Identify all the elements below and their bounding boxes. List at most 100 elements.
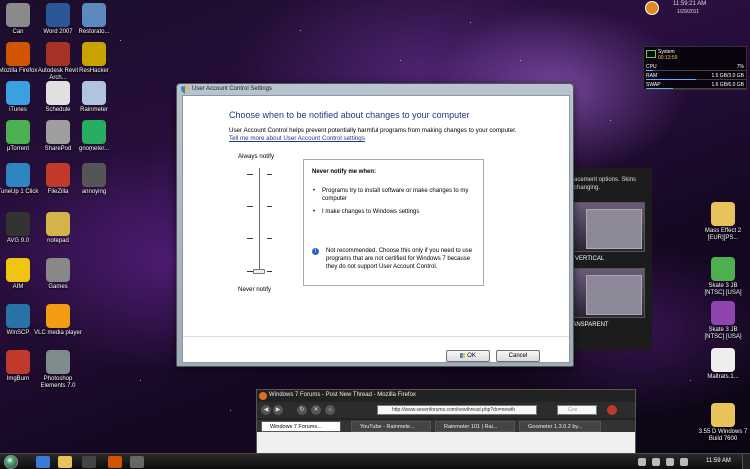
adblock-icon[interactable]	[607, 405, 617, 415]
slider-label-never-notify: Never notify	[238, 286, 272, 293]
slider-tick	[267, 206, 272, 207]
desktop-icon[interactable]: Rainmeter	[68, 81, 120, 114]
swap-bar	[646, 88, 673, 89]
volume-icon[interactable]	[680, 458, 688, 466]
notification-slider-thumb[interactable]	[253, 269, 265, 274]
star	[120, 40, 121, 41]
divider	[183, 336, 569, 337]
slider-tick	[267, 174, 272, 175]
star	[300, 30, 301, 31]
cpu-row: CPU 7%	[646, 64, 746, 71]
desktop-icon[interactable]: Games	[32, 258, 84, 291]
desktop-icon[interactable]: notepad	[32, 212, 84, 245]
tab-windows-7-forums[interactable]: Windows 7 Forums...	[261, 421, 341, 432]
video-file-icon	[711, 348, 735, 372]
imgburn-icon	[6, 350, 30, 374]
search-bar[interactable]: Goo	[557, 405, 597, 415]
desktop-icon[interactable]: Maltrats.1...	[698, 348, 748, 381]
tab-gnometer[interactable]: Gnometer 1.3.0.2 by...	[519, 421, 601, 432]
desktop-icon-label: Restorato...	[78, 29, 110, 35]
taskbar: 11:59 AM	[0, 453, 750, 469]
tab-youtube[interactable]: YouTube - Rainmete...	[351, 421, 431, 432]
desktop-icon-label: Maltrats.1...	[707, 374, 739, 380]
explorer-icon[interactable]	[58, 456, 72, 468]
back-button[interactable]: ◀	[261, 405, 271, 415]
system-gadget[interactable]: System 00:13:59 CPU 7% RAM 1.5 GB/3.0 GB…	[643, 46, 747, 90]
star	[690, 380, 691, 381]
star	[520, 60, 521, 61]
desktop-icon-label: Skate 3 JB [NTSC] [USA]	[704, 327, 742, 340]
utorrent-icon	[6, 120, 30, 144]
media-player-icon[interactable]	[82, 456, 96, 468]
clock-time: 11:59:21 AM	[673, 1, 707, 7]
uac-help-link[interactable]: Tell me more about User Account Control …	[229, 135, 365, 142]
theme-thumbnail-transparent[interactable]	[571, 268, 645, 318]
ram-row: RAM 1.5 GB/3.0 GB	[646, 73, 746, 80]
desktop-icon-label: Rainmeter	[80, 107, 108, 113]
stop-button[interactable]: ✕	[311, 405, 321, 415]
forward-button[interactable]: ▶	[273, 405, 283, 415]
reload-button[interactable]: ↻	[297, 405, 307, 415]
desktop-icon[interactable]: Mass Effect 2 [EUR][PS...	[698, 202, 748, 242]
cancel-button[interactable]: Cancel	[496, 350, 540, 362]
clock-gadget[interactable]: 11:59:21 AM 1/29/2011	[645, 0, 750, 18]
desktop-icon[interactable]: annoying	[68, 163, 120, 196]
info-icon: i	[312, 248, 319, 255]
home-button[interactable]: ⌂	[325, 405, 335, 415]
clock-date: 1/29/2011	[677, 9, 699, 15]
control-panel-icon[interactable]	[130, 456, 144, 468]
slider-tick	[267, 271, 272, 272]
uac-content: Choose when to be notified about changes…	[182, 95, 570, 363]
url-bar[interactable]: http://www.sevenforums.com/newthread.php…	[377, 405, 537, 415]
info-title: Never notify me when:	[312, 169, 377, 175]
star	[400, 60, 401, 61]
desktop-icon[interactable]: ResHacker	[68, 42, 120, 75]
desktop-icon-label: notepad	[47, 238, 69, 244]
system-uptime: 00:13:59	[658, 55, 678, 61]
notification-slider-track[interactable]	[259, 168, 260, 272]
ram-bar	[646, 79, 696, 80]
avg-icon	[6, 212, 30, 236]
tuneup-icon	[6, 163, 30, 187]
monitor-icon	[646, 50, 656, 58]
star	[230, 410, 231, 411]
network-icon[interactable]	[666, 458, 674, 466]
desktop-icon-label: Mass Effect 2 [EUR][PS...	[704, 228, 742, 241]
uac-shield-icon	[181, 86, 189, 94]
slider-tick	[247, 206, 253, 207]
desktop-icon[interactable]: gnometer...	[68, 120, 120, 153]
tray-icon[interactable]	[638, 458, 646, 466]
firefox-taskbar-icon[interactable]	[108, 456, 122, 468]
ie-icon[interactable]	[36, 456, 50, 468]
tray-icon[interactable]	[652, 458, 660, 466]
ok-button[interactable]: OK	[446, 350, 490, 362]
rainmeter-icon	[82, 81, 106, 105]
navigation-toolbar: ◀ ▶ ↻ ✕ ⌂ http://www.sevenforums.com/new…	[257, 402, 635, 418]
theme-thumbnail-vertical[interactable]	[571, 202, 645, 252]
desktop-icon-label: 3.55 D Windows 7 Build 7600	[698, 429, 748, 442]
star	[140, 380, 141, 381]
folder-icon	[711, 403, 735, 427]
setting-description-box: Never notify me when: Programs try to in…	[303, 159, 484, 286]
photoshop-icon	[46, 350, 70, 374]
uac-description: User Account Control helps prevent poten…	[229, 127, 517, 134]
desktop-icon[interactable]: Photoshop Elements 7.0	[32, 350, 84, 390]
desktop-icon[interactable]: 3.55 D Windows 7 Build 7600	[698, 403, 748, 443]
aim-icon	[6, 258, 30, 282]
desktop-icon[interactable]: VLC media player	[32, 304, 84, 337]
itunes-icon	[6, 81, 30, 105]
desktop-icon[interactable]: Skate 3 JB [NTSC] [USA]	[698, 257, 748, 297]
desktop-icon[interactable]: Skate 3 JB [NTSC] [USA]	[698, 301, 748, 341]
clock-icon	[645, 1, 659, 15]
start-button[interactable]	[4, 455, 18, 469]
tray-clock[interactable]: 11:59 AM	[706, 458, 731, 464]
slider-tick	[247, 174, 253, 175]
info-bullet: I make changes to Windows settings	[313, 208, 474, 216]
desktop-icon-label: Photoshop Elements 7.0	[40, 376, 76, 389]
tab-rainmeter[interactable]: Rainmeter 101 | Rai...	[435, 421, 515, 432]
desktop-icon[interactable]: Restorato...	[68, 3, 120, 36]
firefox-title: Windows 7 Forums - Post New Thread - Moz…	[269, 392, 416, 398]
uac-settings-window[interactable]: User Account Control Settings Choose whe…	[176, 83, 574, 367]
vlc-icon	[46, 304, 70, 328]
show-desktop-button[interactable]	[742, 454, 750, 469]
